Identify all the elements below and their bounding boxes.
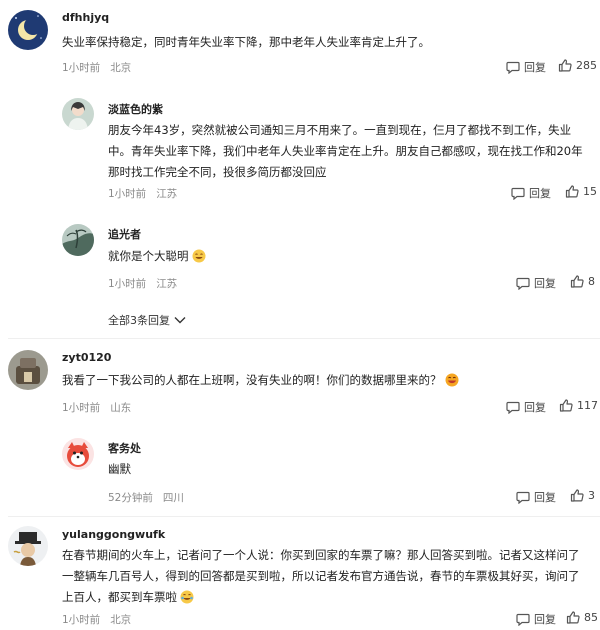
timestamp: 1小时前: [62, 402, 101, 414]
comment-text: 失业率保持稳定，同时青年失业率下降，那中老年人失业率肯定上升了。: [62, 35, 430, 49]
reply-meta: 1小时前 江苏: [108, 186, 187, 201]
like-button[interactable]: 3: [570, 489, 595, 502]
laughing-tears-emoji-icon: [180, 590, 194, 604]
location: 山东: [110, 402, 132, 414]
like-button[interactable]: 15: [565, 185, 597, 198]
timestamp: 1小时前: [62, 614, 101, 626]
thumbs-up-icon: [559, 399, 573, 412]
timestamp: 1小时前: [108, 278, 147, 290]
reply-text: 幽默: [108, 462, 131, 476]
reply-button[interactable]: 回复: [516, 489, 556, 505]
comment-icon: [516, 613, 530, 626]
avatar[interactable]: [62, 224, 94, 256]
like-count: 85: [584, 611, 598, 624]
like-count: 3: [588, 489, 595, 502]
avatar[interactable]: [8, 526, 48, 566]
thumbs-up-icon: [565, 185, 579, 198]
comment-meta: 1小时前 北京: [62, 60, 141, 75]
like-count: 117: [577, 399, 598, 412]
reply-button[interactable]: 回复: [516, 611, 556, 627]
grinning-face-emoji-icon: [192, 249, 205, 263]
comment-meta: 1小时前 北京: [62, 612, 141, 627]
comment-icon: [506, 401, 520, 414]
username[interactable]: dfhhjyq: [62, 11, 109, 24]
comment-meta: 1小时前 山东: [62, 400, 141, 415]
like-button[interactable]: 85: [566, 611, 598, 624]
comment-icon: [516, 491, 530, 504]
timestamp: 52分钟前: [108, 492, 153, 504]
thumbs-up-icon: [558, 59, 572, 72]
reply-text: 朋友今年43岁，突然就被公司通知三月不用来了。一直到现在，仨月了都找不到工作，失…: [108, 123, 583, 179]
comment-icon: [516, 277, 530, 290]
like-count: 15: [583, 185, 597, 198]
username[interactable]: 客务处: [108, 440, 141, 456]
location: 江苏: [156, 188, 178, 200]
location: 四川: [162, 492, 184, 504]
location: 北京: [110, 62, 132, 74]
comment-divider: [8, 516, 600, 517]
reply-button[interactable]: 回复: [506, 59, 546, 75]
comment-text: 我看了一下我公司的人都在上班啊，没有失业的啊！你们的数据哪里来的？: [62, 370, 459, 391]
expand-replies-button[interactable]: 全部3条回复: [108, 312, 186, 328]
thumbs-up-icon: [566, 611, 580, 624]
reply-meta: 52分钟前 四川: [108, 490, 194, 505]
reply-button[interactable]: 回复: [516, 275, 556, 291]
reply-meta: 1小时前 江苏: [108, 276, 187, 291]
thumbs-up-icon: [570, 275, 584, 288]
timestamp: 1小时前: [108, 188, 147, 200]
reply-button[interactable]: 回复: [511, 185, 551, 201]
avatar[interactable]: [62, 438, 94, 470]
username[interactable]: yulanggongwufk: [62, 528, 165, 541]
comment-icon: [511, 187, 525, 200]
username[interactable]: 淡蓝色的紫: [108, 101, 163, 117]
reply-text: 就你是个大聪明: [108, 246, 206, 267]
thumbs-up-icon: [570, 489, 584, 502]
username[interactable]: zyt0120: [62, 351, 111, 364]
laughing-face-emoji-icon: [445, 373, 458, 387]
comment-icon: [506, 61, 520, 74]
like-count: 8: [588, 275, 595, 288]
avatar[interactable]: [62, 98, 94, 130]
reply-button[interactable]: 回复: [506, 399, 546, 415]
like-button[interactable]: 285: [558, 59, 597, 72]
timestamp: 1小时前: [62, 62, 101, 74]
comment-divider: [8, 338, 600, 339]
avatar[interactable]: [8, 10, 48, 50]
comment-text: 在春节期间的火车上，记者问了一个人说：你买到回家的车票了嘛？那人回答买到啦。记者…: [62, 548, 580, 604]
location: 江苏: [156, 278, 178, 290]
like-button[interactable]: 117: [559, 399, 598, 412]
location: 北京: [110, 614, 132, 626]
username[interactable]: 追光者: [108, 226, 141, 242]
chevron-down-icon: [174, 317, 186, 324]
like-count: 285: [576, 59, 597, 72]
avatar[interactable]: [8, 350, 48, 390]
like-button[interactable]: 8: [570, 275, 595, 288]
